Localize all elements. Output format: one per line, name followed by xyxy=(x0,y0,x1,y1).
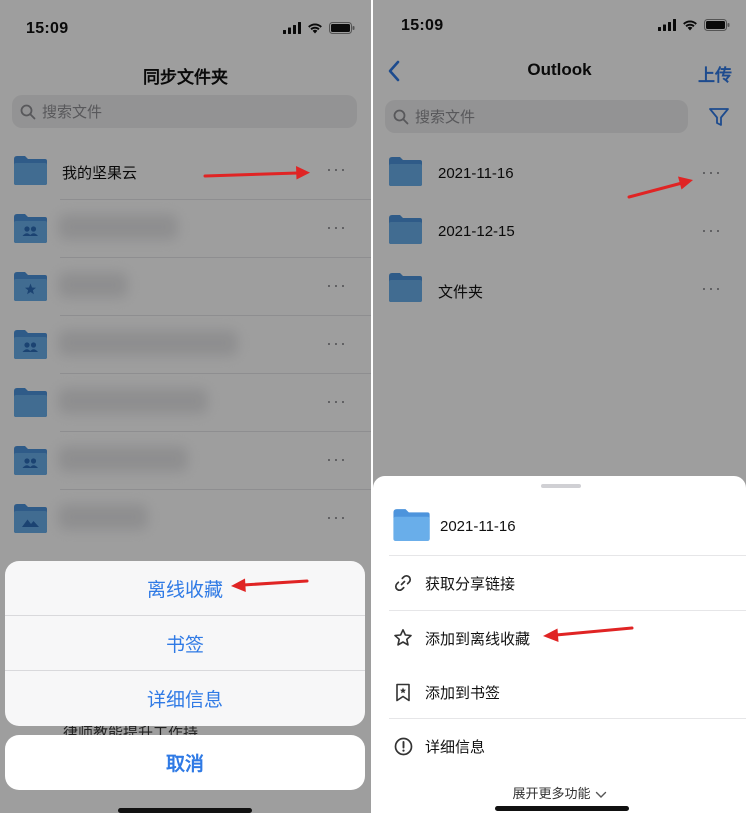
sheet-item-label: 详细信息 xyxy=(425,738,486,756)
expand-more-label: 展开更多功能 xyxy=(512,786,591,801)
home-indicator xyxy=(495,806,629,811)
sheet-grabber[interactable] xyxy=(541,484,581,488)
add-bookmark-button[interactable]: 添加到书签 xyxy=(373,665,746,719)
add-offline-favorite-button[interactable]: 添加到离线收藏 xyxy=(373,611,746,665)
bookmark-icon xyxy=(392,681,414,703)
star-icon xyxy=(392,627,414,649)
sheet-item-label: 添加到离线收藏 xyxy=(425,630,531,648)
bookmark-button[interactable]: 书签 xyxy=(5,616,365,671)
chevron-down-icon xyxy=(595,791,606,798)
cancel-button[interactable]: 取消 xyxy=(5,735,365,790)
right-screen: 15:09 Outlook 上传 搜索文件 2021-11-16 ··· 202… xyxy=(373,0,746,813)
action-sheet: 离线收藏 书签 详细信息 xyxy=(5,561,365,726)
expand-more-button[interactable]: 展开更多功能 xyxy=(373,783,746,802)
offline-favorite-button[interactable]: 离线收藏 xyxy=(5,561,365,616)
details-button[interactable]: 详细信息 xyxy=(373,719,746,773)
info-icon xyxy=(392,735,414,757)
link-icon xyxy=(392,572,414,594)
folder-icon xyxy=(393,509,430,541)
sheet-header: 2021-11-16 xyxy=(373,498,746,556)
left-screen: 15:09 同步文件夹 搜索文件 我的坚果云 ··· ··· ··· ··· ·… xyxy=(0,0,371,813)
home-indicator xyxy=(118,808,252,813)
details-button[interactable]: 详细信息 xyxy=(5,671,365,726)
share-link-button[interactable]: 获取分享链接 xyxy=(373,556,746,610)
sheet-item-label: 添加到书签 xyxy=(425,684,501,702)
bottom-sheet: 2021-11-16 获取分享链接 添加到离线收藏 添加到书签 详细信息 展开更… xyxy=(373,476,746,813)
sheet-folder-name: 2021-11-16 xyxy=(440,518,516,535)
sheet-item-label: 获取分享链接 xyxy=(425,575,516,593)
